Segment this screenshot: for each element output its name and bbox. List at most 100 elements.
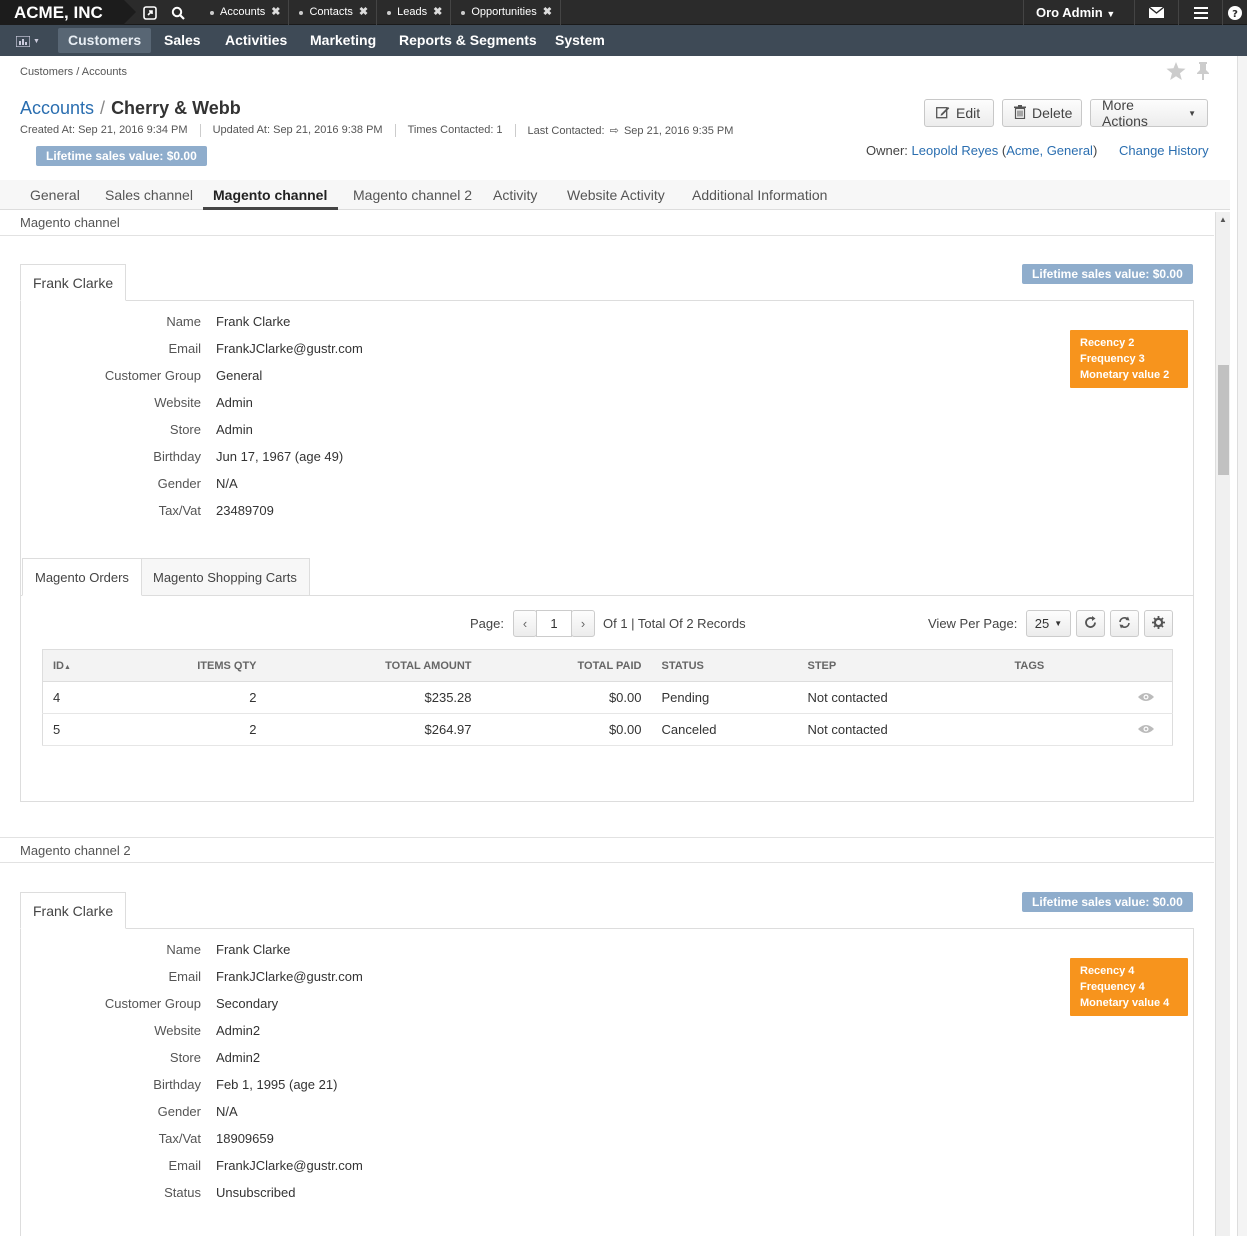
field-store: Store Admin2: [169, 1050, 261, 1065]
owner-link[interactable]: Leopold Reyes: [912, 143, 999, 158]
field-tax-vat: Tax/Vat 18909659: [158, 1131, 274, 1146]
column-header-step[interactable]: STEP: [797, 649, 1005, 682]
change-history-link[interactable]: Change History: [1119, 143, 1209, 158]
content-scrollbar[interactable]: ▲: [1215, 212, 1230, 1236]
nav-customers[interactable]: Customers: [58, 28, 152, 53]
field-email: Email FrankJClarke@gustr.com: [168, 341, 363, 356]
scroll-up-icon[interactable]: ▲: [1219, 215, 1227, 224]
pager-label: Page:: [470, 616, 504, 631]
nav-sales[interactable]: Sales: [154, 28, 211, 53]
field-website: Website Admin2: [154, 1023, 261, 1038]
brand-logo[interactable]: ACME, INC: [0, 0, 136, 25]
column-header-total-amount[interactable]: TOTAL AMOUNT: [266, 649, 482, 682]
times-contacted: Times Contacted: 1: [394, 124, 515, 137]
refresh-button[interactable]: [1076, 610, 1105, 637]
pinned-tab-leads[interactable]: Leads ✖: [377, 0, 452, 25]
section-tabs: General Sales channel Magento channel Ma…: [0, 180, 1230, 210]
breadcrumb-accounts-link[interactable]: Accounts: [20, 98, 94, 118]
user-menu[interactable]: Oro Admin ▼: [1023, 0, 1133, 25]
tab-magento-channel-2[interactable]: Magento channel 2: [343, 180, 482, 210]
page-title: Accounts / Cherry & Webb: [20, 98, 241, 118]
field-birthday: Birthday Feb 1, 1995 (age 21): [153, 1077, 338, 1092]
lifetime-sales-badge: Lifetime sales value: $0.00: [1022, 264, 1193, 284]
field-store: Store Admin: [169, 422, 253, 437]
tab-magento-orders[interactable]: Magento Orders: [22, 558, 142, 596]
field-name: Name Frank Clarke: [166, 314, 291, 329]
close-icon[interactable]: ✖: [543, 0, 552, 25]
eye-icon[interactable]: [1138, 690, 1154, 705]
nav-activities[interactable]: Activities: [215, 28, 297, 53]
help-icon[interactable]: ?: [1222, 0, 1247, 25]
column-header-items-qty[interactable]: ITEMS QTY: [132, 649, 267, 682]
view-per-page-label: View Per Page:: [928, 616, 1018, 631]
table-row[interactable]: 5 2 $264.97 $0.00 Canceled Not contacted: [42, 713, 1173, 746]
close-icon[interactable]: ✖: [271, 0, 280, 25]
star-icon[interactable]: [1166, 62, 1186, 83]
page-number-input[interactable]: 1: [536, 610, 572, 637]
sort-up-icon: ▲: [64, 663, 71, 671]
customer-card-tab[interactable]: Frank Clarke: [20, 264, 127, 301]
nav-reports-segments[interactable]: Reports & Segments: [389, 28, 547, 53]
menu-icon[interactable]: [1178, 0, 1222, 25]
column-header-total-paid[interactable]: TOTAL PAID: [481, 649, 652, 682]
bullet-icon: [387, 10, 392, 15]
page-scrollbar[interactable]: [1237, 56, 1247, 1236]
field-customer-group: Customer Group General: [104, 368, 263, 383]
tab-magento-shopping-carts[interactable]: Magento Shopping Carts: [140, 558, 310, 596]
delete-button[interactable]: Delete: [1002, 99, 1082, 127]
tab-general[interactable]: General: [20, 180, 90, 210]
chevron-left-icon: ‹: [522, 616, 528, 631]
bullet-icon: [299, 10, 304, 15]
tab-activity[interactable]: Activity: [483, 180, 547, 210]
tab-website-activity[interactable]: Website Activity: [557, 180, 675, 210]
nav-system[interactable]: System: [545, 28, 615, 53]
field-customer-group: Customer Group Secondary: [104, 996, 279, 1011]
tab-sales-channel[interactable]: Sales channel: [95, 180, 203, 210]
field-email: Email FrankJClarke@gustr.com: [168, 969, 363, 984]
pager-total: Of 1 | Total Of 2 Records: [603, 616, 746, 631]
pin-icon[interactable]: [1196, 62, 1210, 83]
trash-icon: [1014, 104, 1026, 122]
grid-settings-button[interactable]: [1144, 610, 1173, 637]
prev-page-button[interactable]: ‹: [513, 610, 537, 637]
field-website: Website Admin: [154, 395, 253, 410]
shortcuts-icon[interactable]: [138, 0, 162, 25]
close-icon[interactable]: ✖: [359, 0, 368, 25]
close-icon[interactable]: ✖: [433, 0, 442, 25]
pinned-tab-accounts[interactable]: Accounts ✖: [200, 0, 290, 25]
refresh-icon: [1084, 615, 1097, 632]
caret-down-icon: ▼: [1106, 9, 1116, 19]
reset-button[interactable]: [1110, 610, 1139, 637]
bullet-icon: [461, 10, 466, 15]
customer-email-link[interactable]: FrankJClarke@gustr.com: [216, 340, 363, 358]
per-page-dropdown[interactable]: 25 ▼: [1026, 610, 1071, 637]
caret-down-icon: ▼: [1188, 108, 1196, 118]
search-icon[interactable]: [166, 0, 190, 25]
grid-header-row: ID▲ ITEMS QTY TOTAL AMOUNT TOTAL PAID ST…: [42, 649, 1173, 682]
pinned-tab-opportunities[interactable]: Opportunities ✖: [451, 0, 561, 25]
nav-marketing[interactable]: Marketing: [300, 28, 386, 53]
dashboard-icon[interactable]: ▼: [10, 30, 46, 52]
column-header-tags[interactable]: TAGS: [1004, 649, 1173, 682]
account-name: Cherry & Webb: [111, 98, 241, 118]
more-actions-button[interactable]: More Actions ▼: [1090, 97, 1208, 129]
field-tax-vat: Tax/Vat 23489709: [158, 503, 274, 518]
column-header-id[interactable]: ID▲: [42, 649, 133, 682]
customer-email-link[interactable]: FrankJClarke@gustr.com: [216, 968, 363, 986]
edit-button[interactable]: Edit: [924, 99, 994, 127]
envelope-icon[interactable]: [1134, 0, 1178, 25]
owner-organization-link[interactable]: Acme, General: [1006, 143, 1093, 158]
bullet-icon: [210, 10, 214, 15]
tab-additional-information[interactable]: Additional Information: [682, 180, 837, 210]
next-page-button[interactable]: ›: [571, 610, 595, 637]
customer-name-link[interactable]: Frank Clarke: [216, 313, 290, 331]
table-row[interactable]: 4 2 $235.28 $0.00 Pending Not contacted: [42, 681, 1173, 714]
customer-card-tab[interactable]: Frank Clarke: [20, 892, 127, 929]
tab-magento-channel[interactable]: Magento channel: [203, 180, 338, 210]
eye-icon[interactable]: [1138, 722, 1154, 737]
scrollbar-thumb[interactable]: [1218, 365, 1229, 475]
pinned-tab-contacts[interactable]: Contacts ✖: [289, 0, 378, 25]
column-header-status[interactable]: STATUS: [651, 649, 798, 682]
customer-name-link[interactable]: Frank Clarke: [216, 941, 290, 959]
field-gender: Gender N/A: [157, 476, 238, 491]
